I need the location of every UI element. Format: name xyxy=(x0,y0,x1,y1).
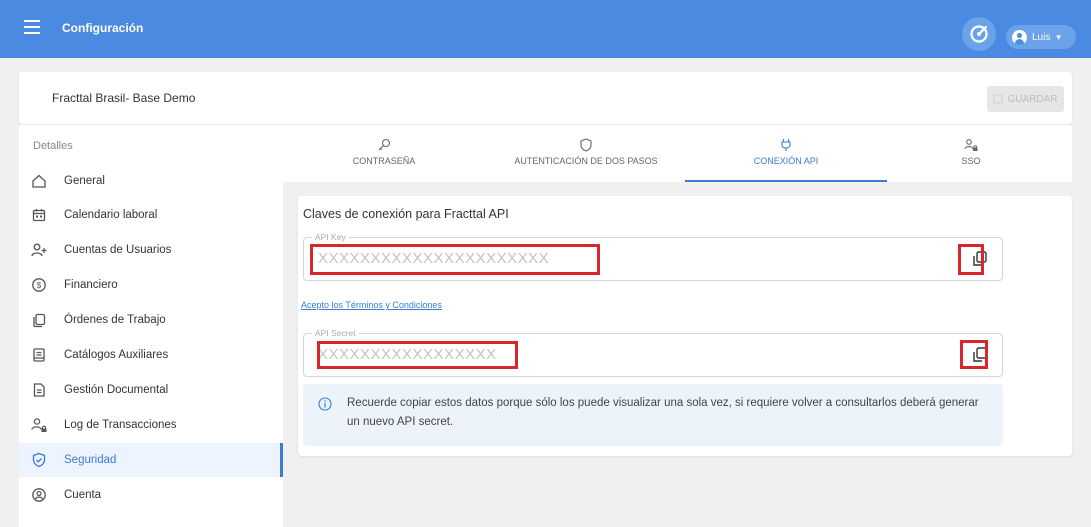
page-title: Configuración xyxy=(62,21,144,35)
sidebar-item-general[interactable]: General xyxy=(19,164,283,198)
sidebar-item-label: Gestión Documental xyxy=(64,384,169,396)
sidebar-item-cuentas-usuarios[interactable]: Cuentas de Usuarios xyxy=(19,233,283,267)
fracttal-logo-button[interactable] xyxy=(962,17,996,51)
sidebar-item-catalogos[interactable]: Catálogos Auxiliares xyxy=(19,338,283,372)
user-menu-button[interactable]: Luis ▾ xyxy=(1006,25,1076,49)
sidebar-item-log-transacciones[interactable]: Log de Transacciones xyxy=(19,408,283,442)
tab-contrasena[interactable]: CONTRASEÑA xyxy=(283,125,485,182)
save-button[interactable]: GUARDAR xyxy=(987,86,1064,112)
api-keys-card: Claves de conexión para Fracttal API API… xyxy=(298,196,1072,456)
sidebar-item-label: Seguridad xyxy=(64,454,117,466)
save-button-label: GUARDAR xyxy=(1007,93,1058,105)
sidebar-item-gestion-documental[interactable]: Gestión Documental xyxy=(19,373,283,407)
svg-text:$: $ xyxy=(37,281,42,290)
sidebar-item-label: Catálogos Auxiliares xyxy=(64,349,169,361)
sidebar-item-calendario[interactable]: Calendario laboral xyxy=(19,198,283,232)
sidebar-item-cuenta[interactable]: Cuenta xyxy=(19,478,283,512)
sidebar-item-label: Órdenes de Trabajo xyxy=(64,314,166,326)
top-bar: Configuración Luis ▾ xyxy=(0,0,1091,58)
sidebar-item-financiero[interactable]: $ Financiero xyxy=(19,268,283,302)
tab-label: AUTENTICACIÓN DE DOS PASOS xyxy=(514,156,658,166)
sidebar-item-label: Cuenta xyxy=(64,489,102,501)
sidebar-item-label: Log de Transacciones xyxy=(64,419,177,431)
sidebar-item-seguridad[interactable]: Seguridad xyxy=(19,443,283,477)
settings-sidebar: Detalles General Calendario laboral Cuen… xyxy=(19,124,283,527)
calendar-icon xyxy=(32,209,46,222)
tab-autenticacion[interactable]: AUTENTICACIÓN DE DOS PASOS xyxy=(485,125,687,182)
security-content: CONTRASEÑA AUTENTICACIÓN DE DOS PASOS CO… xyxy=(283,124,1072,527)
tab-sso[interactable]: SSO xyxy=(870,125,1072,182)
user-add-icon xyxy=(31,243,47,257)
menu-icon[interactable] xyxy=(24,20,40,34)
highlight-copy-key xyxy=(958,244,984,275)
home-icon xyxy=(32,174,46,188)
highlight-api-key xyxy=(310,244,600,275)
tab-conexion-api[interactable]: CONEXIÓN API xyxy=(685,125,887,182)
api-key-label: API Key xyxy=(312,232,349,242)
avatar-icon xyxy=(1012,29,1027,45)
catalog-icon xyxy=(33,348,45,362)
document-icon xyxy=(33,383,45,397)
api-card-title: Claves de conexión para Fracttal API xyxy=(303,207,509,221)
plug-icon xyxy=(781,139,791,151)
security-tabs: CONTRASEÑA AUTENTICACIÓN DE DOS PASOS CO… xyxy=(283,125,1072,182)
shield-icon xyxy=(32,452,46,468)
highlight-copy-secret xyxy=(960,340,988,369)
info-alert: Recuerde copiar estos datos porque sólo … xyxy=(303,384,1003,446)
save-icon xyxy=(993,94,1003,104)
company-header: Fracttal Brasil- Base Demo GUARDAR xyxy=(19,72,1072,124)
highlight-api-secret xyxy=(317,341,518,369)
user-name: Luis xyxy=(1032,31,1051,43)
fracttal-logo-icon xyxy=(970,25,988,43)
sidebar-item-label: General xyxy=(64,175,105,187)
key-icon xyxy=(378,138,391,151)
info-icon xyxy=(318,397,332,411)
sidebar-item-label: Financiero xyxy=(64,279,118,291)
terms-link[interactable]: Acepto los Términos y Condiciones xyxy=(301,300,442,310)
sidebar-section-title: Detalles xyxy=(33,140,73,152)
dollar-icon: $ xyxy=(32,278,46,292)
transactions-log-icon xyxy=(31,418,47,432)
info-text: Recuerde copiar estos datos porque sólo … xyxy=(347,397,979,428)
work-orders-icon xyxy=(33,313,46,328)
user-lock-icon xyxy=(964,139,978,151)
sidebar-item-label: Calendario laboral xyxy=(64,209,158,221)
company-name: Fracttal Brasil- Base Demo xyxy=(52,91,196,105)
tab-label: SSO xyxy=(961,156,981,166)
tab-label: CONTRASEÑA xyxy=(352,156,416,166)
sidebar-item-label: Cuentas de Usuarios xyxy=(64,244,172,256)
sidebar-item-ordenes-trabajo[interactable]: Órdenes de Trabajo xyxy=(19,303,283,337)
shield-outline-icon xyxy=(580,138,592,152)
tab-label: CONEXIÓN API xyxy=(753,156,819,166)
api-secret-label: API Secret xyxy=(312,328,359,338)
chevron-down-icon: ▾ xyxy=(1056,31,1061,42)
account-icon xyxy=(32,488,46,502)
